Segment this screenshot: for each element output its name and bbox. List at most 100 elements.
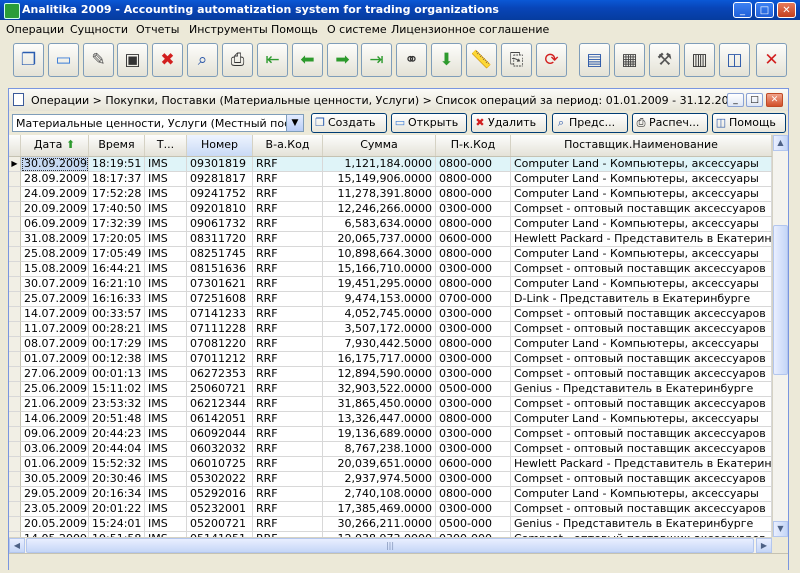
cell-amount[interactable]: 1,121,184.0000 (323, 157, 436, 172)
cell-supplier-name[interactable]: Compset - оптовый поставщик аксессуаров (511, 502, 772, 517)
cell-amount[interactable]: 4,052,745.0000 (323, 307, 436, 322)
create-button[interactable]: ❐ Создать (311, 113, 387, 133)
toolbar-button-binoculars[interactable]: ⚭ (396, 43, 427, 77)
column-header-date[interactable]: Дата ⬆ (21, 135, 89, 156)
cell-currency-code[interactable]: RRF (253, 262, 323, 277)
toolbar-button-prev-arrow[interactable]: ⬅ (292, 43, 323, 77)
cell-amount[interactable]: 10,898,664.3000 (323, 247, 436, 262)
table-row[interactable]: 20.09.2009 17:40:50 IMS 09201810 RRF 12,246,2… (9, 202, 772, 217)
cell-number[interactable]: 08311720 (187, 232, 253, 247)
cell-amount[interactable]: 20,065,737.0000 (323, 232, 436, 247)
cell-type[interactable]: IMS (145, 292, 187, 307)
cell-currency-code[interactable]: RRF (253, 277, 323, 292)
cell-time[interactable]: 00:33:57 (89, 307, 145, 322)
cell-amount[interactable]: 2,740,108.0000 (323, 487, 436, 502)
cell-type[interactable]: IMS (145, 322, 187, 337)
cell-number[interactable]: 05200721 (187, 517, 253, 532)
cell-currency-code[interactable]: RRF (253, 442, 323, 457)
cell-date[interactable]: 28.09.2009 (21, 172, 89, 187)
cell-date[interactable]: 30.07.2009 (21, 277, 89, 292)
toolbar-button-delete-x[interactable]: ✖ (152, 43, 183, 77)
cell-date[interactable]: 20.09.2009 (21, 202, 89, 217)
cell-supplier-name[interactable]: Computer Land - Компьютеры, аксессуары (511, 337, 772, 352)
cell-type[interactable]: IMS (145, 367, 187, 382)
cell-date[interactable]: 01.06.2009 (21, 457, 89, 472)
cell-currency-code[interactable]: RRF (253, 352, 323, 367)
cell-time[interactable]: 20:01:22 (89, 502, 145, 517)
cell-date[interactable]: 25.06.2009 (21, 382, 89, 397)
cell-date[interactable]: 14.06.2009 (21, 412, 89, 427)
cell-currency-code[interactable]: RRF (253, 472, 323, 487)
cell-date[interactable]: 30.09.2009 (21, 157, 89, 172)
menu-reports[interactable]: Отчеты (136, 23, 179, 36)
close-button[interactable]: ✕ (777, 2, 796, 18)
cell-supplier-name[interactable]: Hewlett Packard - Представитель в Екатер… (511, 232, 772, 247)
table-row[interactable]: 31.08.2009 17:20:05 IMS 08311720 RRF 20,065,7… (9, 232, 772, 247)
scroll-right-icon[interactable]: ▶ (756, 538, 772, 553)
cell-number[interactable]: 09061732 (187, 217, 253, 232)
menu-tools[interactable]: Инструменты (189, 23, 268, 36)
cell-number[interactable]: 08251745 (187, 247, 253, 262)
cell-type[interactable]: IMS (145, 472, 187, 487)
table-row[interactable]: 25.06.2009 15:11:02 IMS 25060721 RRF 32,903,5… (9, 382, 772, 397)
cell-supplier-name[interactable]: Compset - оптовый поставщик аксессуаров (511, 367, 772, 382)
toolbar-button-last-arrow[interactable]: ⇥ (361, 43, 392, 77)
cell-time[interactable]: 20:30:46 (89, 472, 145, 487)
cell-date[interactable]: 06.09.2009 (21, 217, 89, 232)
row-indicator[interactable] (9, 307, 21, 322)
cell-amount[interactable]: 20,039,651.0000 (323, 457, 436, 472)
cell-supplier-code[interactable]: 0800-000 (436, 217, 511, 232)
preview-button[interactable]: ⌕ Предс... (552, 113, 628, 133)
cell-supplier-name[interactable]: Genius - Представитель в Екатеринбурге (511, 517, 772, 532)
scroll-down-icon[interactable]: ▼ (773, 521, 788, 537)
column-header-amount[interactable]: Сумма (323, 135, 436, 156)
row-indicator[interactable] (9, 202, 21, 217)
cell-amount[interactable]: 12,246,266.0000 (323, 202, 436, 217)
help-button[interactable]: ◫ Помощь (712, 113, 786, 133)
cell-supplier-name[interactable]: Compset - оптовый поставщик аксессуаров (511, 352, 772, 367)
cell-supplier-code[interactable]: 0500-000 (436, 517, 511, 532)
cell-time[interactable]: 16:21:10 (89, 277, 145, 292)
delete-button[interactable]: ✖ Удалить (471, 113, 547, 133)
cell-date[interactable]: 20.05.2009 (21, 517, 89, 532)
toolbar-button-open-folder[interactable]: ▭ (48, 43, 79, 77)
cell-supplier-code[interactable]: 0300-000 (436, 367, 511, 382)
cell-time[interactable]: 00:28:21 (89, 322, 145, 337)
toolbar-button-ruler[interactable]: 📏 (466, 43, 497, 77)
cell-supplier-name[interactable]: Compset - оптовый поставщик аксессуаров (511, 472, 772, 487)
scroll-up-icon[interactable]: ▲ (773, 135, 788, 151)
cell-date[interactable]: 27.06.2009 (21, 367, 89, 382)
cell-date[interactable]: 09.06.2009 (21, 427, 89, 442)
vertical-scrollbar[interactable]: ▲ ▼ (772, 135, 788, 537)
cell-supplier-name[interactable]: Computer Land - Компьютеры, аксессуары (511, 277, 772, 292)
cell-number[interactable]: 07301621 (187, 277, 253, 292)
cell-supplier-name[interactable]: D-Link - Представитель в Екатеринбурге (511, 292, 772, 307)
cell-type[interactable]: IMS (145, 217, 187, 232)
cell-number[interactable]: 08151636 (187, 262, 253, 277)
row-indicator[interactable] (9, 217, 21, 232)
maximize-button[interactable]: □ (755, 2, 774, 18)
row-indicator[interactable] (9, 442, 21, 457)
cell-currency-code[interactable]: RRF (253, 457, 323, 472)
table-row[interactable]: 09.06.2009 20:44:23 IMS 06092044 RRF 19,136,6… (9, 427, 772, 442)
cell-type[interactable]: IMS (145, 487, 187, 502)
toolbar-button-down-arrow[interactable]: ⬇ (431, 43, 462, 77)
column-header-time[interactable]: Время (89, 135, 145, 156)
cell-type[interactable]: IMS (145, 262, 187, 277)
child-minimize-button[interactable]: _ (727, 93, 744, 107)
menu-license[interactable]: Лицензионное соглашение (391, 23, 549, 36)
row-indicator[interactable] (9, 382, 21, 397)
cell-supplier-name[interactable]: Compset - оптовый поставщик аксессуаров (511, 307, 772, 322)
cell-currency-code[interactable]: RRF (253, 247, 323, 262)
operations-grid[interactable]: Дата ⬆ Время Т... Номер В-а.Код Сумма П-к.Код П… (9, 135, 772, 537)
cell-time[interactable]: 17:52:28 (89, 187, 145, 202)
cell-supplier-code[interactable]: 0300-000 (436, 322, 511, 337)
table-row[interactable]: 25.07.2009 16:16:33 IMS 07251608 RRF 9,474,15… (9, 292, 772, 307)
cell-supplier-code[interactable]: 0300-000 (436, 202, 511, 217)
cell-amount[interactable]: 8,767,238.1000 (323, 442, 436, 457)
table-row[interactable]: 14.07.2009 00:33:57 IMS 07141233 RRF 4,052,74… (9, 307, 772, 322)
cell-supplier-name[interactable]: Computer Land - Компьютеры, аксессуары (511, 487, 772, 502)
cell-supplier-code[interactable]: 0800-000 (436, 277, 511, 292)
cell-date[interactable]: 31.08.2009 (21, 232, 89, 247)
cell-currency-code[interactable]: RRF (253, 517, 323, 532)
